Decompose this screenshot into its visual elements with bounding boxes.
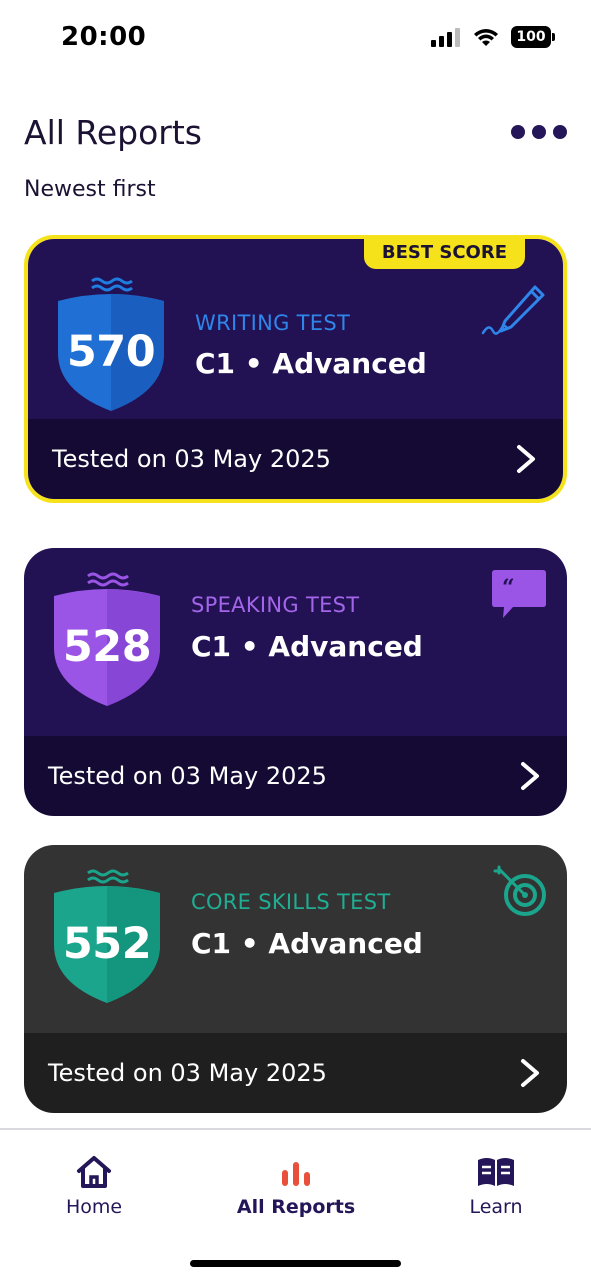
signal-icon [431,28,460,47]
status-bar: 20:00 100 [0,0,591,80]
open-book-icon [478,1158,514,1186]
target-icon [493,865,546,916]
nav-home[interactable]: Home [24,1154,164,1218]
score-value: 528 [62,622,152,672]
card-header: 570 WRITING TEST C1 • Advanced BEST SCOR… [28,239,563,429]
score-value: 552 [62,919,152,969]
card-footer: Tested on 03 May 2025 [28,419,563,499]
nav-learn-label: Learn [469,1196,523,1218]
nav-learn[interactable]: Learn [426,1154,566,1218]
chevron-right-icon[interactable] [517,761,543,791]
pen-icon [481,285,545,335]
more-horizontal-icon [511,125,525,139]
card-footer: Tested on 03 May 2025 [24,1033,567,1113]
nav-all-reports[interactable]: All Reports [226,1154,366,1218]
test-name: SPEAKING TEST [191,593,360,617]
svg-text:“: “ [502,575,515,601]
level-text: C1 • Advanced [191,927,423,960]
page-title: All Reports [24,113,202,152]
nav-home-label: Home [65,1196,123,1218]
battery-level: 100 [516,29,546,45]
bar-chart-icon [282,1162,310,1186]
test-name: CORE SKILLS TEST [191,890,391,914]
nav-all-reports-label: All Reports [236,1196,356,1218]
wifi-icon [474,29,498,46]
status-icons: 100 [431,26,555,48]
card-footer: Tested on 03 May 2025 [24,736,567,816]
tested-date: Tested on 03 May 2025 [48,762,327,790]
tested-date: Tested on 03 May 2025 [52,445,331,473]
more-options-button[interactable] [511,122,567,142]
more-dot [553,125,567,139]
card-header: 552 CORE SKILLS TEST C1 • Advanced [24,845,567,1035]
report-card-core-skills[interactable]: 552 CORE SKILLS TEST C1 • Advanced Teste… [24,845,567,1113]
speech-bubble-icon: “ [492,570,546,618]
chevron-right-icon[interactable] [517,1058,543,1088]
home-indicator [190,1260,401,1267]
report-card-writing[interactable]: 570 WRITING TEST C1 • Advanced BEST SCOR… [24,235,567,503]
report-card-speaking[interactable]: 528 SPEAKING TEST C1 • Advanced “ Tested… [24,548,567,816]
card-header: 528 SPEAKING TEST C1 • Advanced “ [24,548,567,738]
tested-date: Tested on 03 May 2025 [48,1059,327,1087]
more-dot [532,125,546,139]
level-text: C1 • Advanced [191,630,423,663]
battery-icon: 100 [511,26,555,48]
sort-subtitle: Newest first [24,177,156,202]
bottom-nav: Home All Reports Learn [0,1128,591,1228]
score-value: 570 [66,327,156,377]
test-name: WRITING TEST [195,311,351,335]
best-score-badge: BEST SCORE [363,239,525,269]
chevron-right-icon[interactable] [513,444,539,474]
status-time: 20:00 [61,22,147,52]
home-icon [77,1156,111,1188]
level-text: C1 • Advanced [195,347,427,380]
